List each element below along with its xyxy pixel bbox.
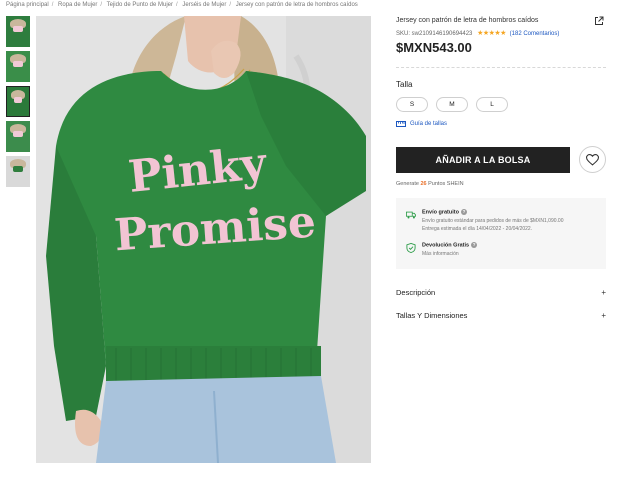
- product-sku-row: SKU: sw2109146190694423 ★★★★★ (182 Comen…: [396, 29, 559, 37]
- shield-check-icon: [406, 243, 416, 253]
- help-icon[interactable]: ?: [471, 242, 478, 248]
- model-photo: Pinky Promise: [36, 16, 371, 463]
- points-value: 26: [420, 181, 427, 187]
- free-return-row: Devolución Gratis? Más información: [406, 242, 478, 259]
- breadcrumb: Página principal / Ropa de Mujer / Tejido …: [6, 2, 361, 8]
- size-options: S M L: [396, 97, 508, 112]
- size-option-m[interactable]: M: [436, 97, 468, 112]
- expand-icon: +: [601, 288, 606, 297]
- points-prefix: Generate: [396, 181, 419, 187]
- breadcrumb-women-knitwear[interactable]: Tejido de Punto de Mujer: [107, 2, 173, 8]
- free-shipping-title: Envío gratuito: [422, 209, 459, 216]
- thumbnail-strip: [6, 16, 31, 191]
- more-info-link[interactable]: Más información: [422, 251, 477, 259]
- breadcrumb-home[interactable]: Página principal: [6, 2, 49, 8]
- breadcrumb-current: Jersey con patrón de letra de hombros ca…: [235, 2, 358, 8]
- expand-icon: +: [601, 311, 606, 320]
- sizes-dimensions-accordion[interactable]: Tallas Y Dimensiones +: [396, 311, 606, 320]
- truck-icon: [406, 211, 416, 219]
- thumbnail-2[interactable]: [6, 51, 30, 82]
- size-guide-label: Guía de tallas: [410, 121, 448, 127]
- share-icon[interactable]: [594, 16, 604, 26]
- delivery-estimate: Entrega estimada el día 14/04/2022 - 20/…: [422, 226, 533, 233]
- sku-text: SKU: sw2109146190694423: [396, 31, 473, 37]
- size-option-s[interactable]: S: [396, 97, 428, 112]
- size-label: Talla: [396, 80, 413, 89]
- thumbnail-3-selected[interactable]: [6, 86, 30, 117]
- breadcrumb-separator: /: [100, 2, 103, 8]
- thumbnail-5[interactable]: [6, 156, 30, 187]
- size-option-l[interactable]: L: [476, 97, 508, 112]
- reviews-link[interactable]: (182 Comentarios): [510, 31, 560, 37]
- breadcrumb-women-clothing[interactable]: Ropa de Mujer: [58, 2, 97, 8]
- free-shipping-row: Envío gratuito? Envío gratuito estándar …: [406, 209, 563, 234]
- main-product-image[interactable]: Pinky Promise: [36, 16, 371, 463]
- thumbnail-1[interactable]: [6, 16, 30, 47]
- description-label: Descripción: [396, 288, 436, 297]
- points-suffix: Puntos SHEIN: [428, 181, 464, 187]
- product-price: $MXN543.00: [396, 40, 472, 55]
- breadcrumb-separator: /: [176, 2, 178, 8]
- breadcrumb-separator: /: [229, 2, 232, 8]
- rating-stars-icon: ★★★★★: [477, 30, 506, 37]
- ruler-icon: [396, 121, 406, 127]
- divider: [396, 67, 606, 68]
- free-return-title: Devolución Gratis: [422, 242, 470, 249]
- thumbnail-4[interactable]: [6, 121, 30, 152]
- breadcrumb-separator: /: [51, 2, 54, 8]
- add-to-bag-button[interactable]: AÑADIR A LA BOLSA: [396, 147, 570, 173]
- description-accordion[interactable]: Descripción +: [396, 288, 606, 297]
- heart-icon: [586, 153, 599, 166]
- shipping-info-box: Envío gratuito? Envío gratuito estándar …: [396, 198, 606, 269]
- product-title: Jersey con patrón de letra de hombros ca…: [396, 17, 539, 24]
- free-shipping-threshold: Envío gratuito estándar para pedidos de …: [422, 218, 564, 225]
- size-guide-link[interactable]: Guía de tallas: [396, 121, 447, 127]
- points-info: Generate 26 Puntos SHEIN: [396, 181, 464, 187]
- breadcrumb-women-sweaters[interactable]: Jerséis de Mujer: [182, 2, 226, 8]
- sizes-dimensions-label: Tallas Y Dimensiones: [396, 311, 468, 320]
- help-icon[interactable]: ?: [460, 209, 467, 215]
- wishlist-button[interactable]: [579, 146, 606, 173]
